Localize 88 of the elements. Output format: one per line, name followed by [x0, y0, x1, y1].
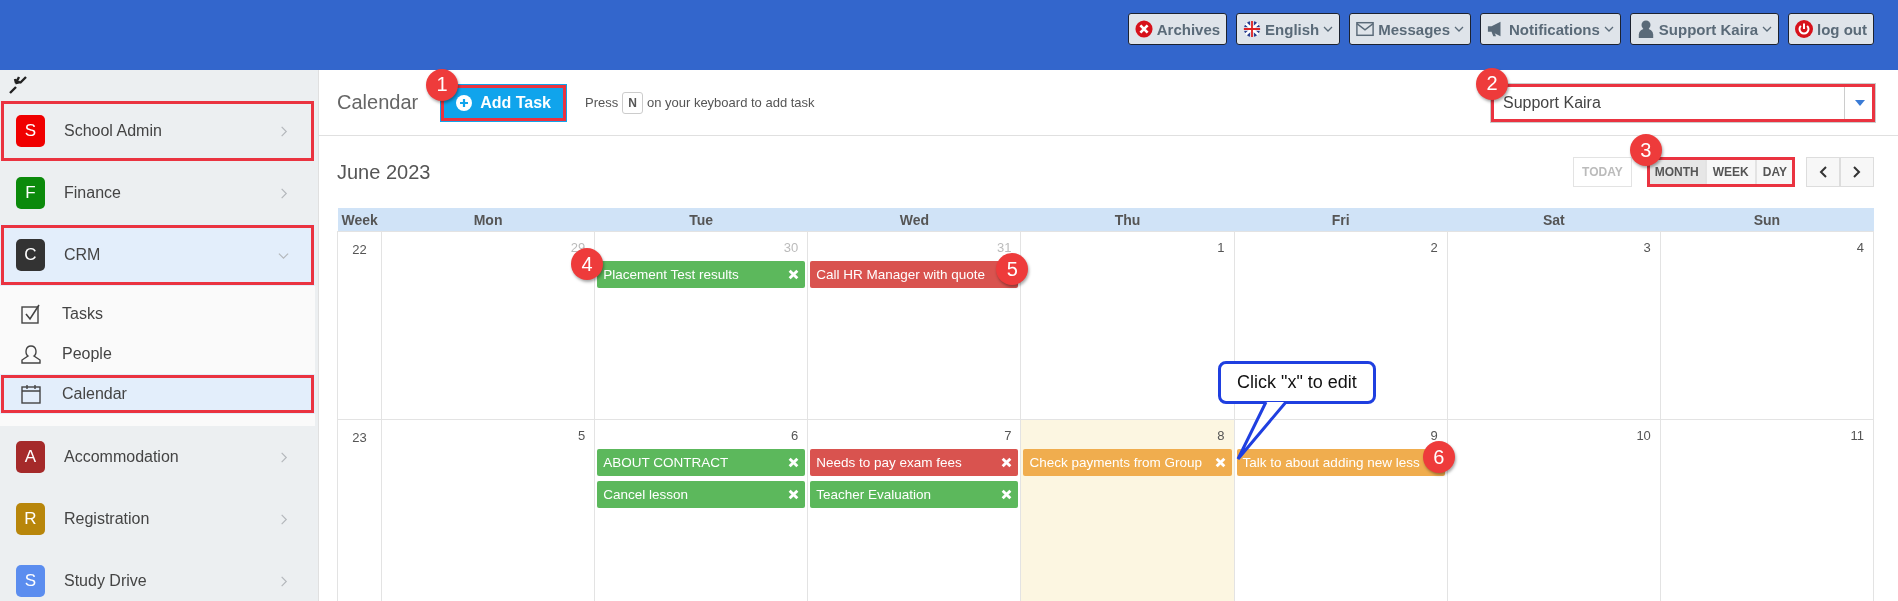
calendar-event[interactable]: Teacher Evaluation	[810, 481, 1019, 508]
keyboard-key: N	[622, 91, 643, 114]
calendar-event[interactable]: Placement Test results	[597, 261, 806, 288]
day-number: 1	[1217, 240, 1225, 255]
previous-button[interactable]	[1806, 157, 1840, 187]
submenu-item[interactable]: Calendar	[0, 374, 315, 414]
step-badge: 3	[1629, 134, 1662, 166]
close-icon[interactable]	[788, 457, 800, 468]
day-number: 10	[1636, 428, 1651, 443]
day-number: 4	[1856, 240, 1864, 255]
column-header: Tue	[594, 208, 808, 232]
sidebar-item[interactable]: S School Admin	[0, 100, 315, 162]
day-number: 9	[1430, 428, 1438, 443]
week-number: 22	[337, 231, 382, 420]
person-icon	[20, 343, 42, 365]
letter-avatar: F	[16, 177, 45, 209]
sidebar-item[interactable]: F Finance	[0, 162, 315, 224]
toolbar-button[interactable]: Messages	[1349, 13, 1471, 45]
letter-avatar: S	[16, 115, 45, 147]
chevron-icon	[278, 575, 289, 587]
view-button[interactable]: MONTH	[1647, 158, 1706, 186]
plus-circle-icon	[456, 94, 473, 111]
page-title: Calendar	[337, 91, 419, 114]
envelope-icon	[1356, 20, 1375, 38]
chevron-right-icon	[1853, 166, 1861, 178]
toolbar-button[interactable]: Archives	[1127, 13, 1228, 45]
calendar-event[interactable]: ABOUT CONTRACT	[597, 449, 806, 476]
calendar-icon	[20, 383, 42, 405]
chevron-icon	[278, 187, 289, 199]
chevron-left-icon	[1819, 166, 1827, 178]
chevron-icon	[278, 513, 289, 525]
submenu-item[interactable]: Tasks	[0, 294, 315, 334]
chevron-icon	[278, 451, 289, 463]
day-number: 5	[577, 428, 586, 443]
sidebar-item[interactable]: R Registration	[0, 488, 315, 550]
day-number: 11	[1850, 428, 1864, 443]
sidebar-item[interactable]: C CRM	[0, 224, 315, 286]
close-icon[interactable]	[1001, 457, 1013, 468]
column-header: Thu	[1020, 208, 1235, 232]
user-icon	[1636, 20, 1655, 38]
close-icon[interactable]	[1001, 489, 1013, 500]
step-badge: 6	[1422, 441, 1455, 473]
step-badge: 5	[996, 253, 1029, 285]
letter-avatar: C	[16, 239, 45, 271]
letter-avatar: S	[16, 565, 45, 597]
column-header: Week	[337, 208, 382, 232]
chevron-icon	[278, 125, 289, 137]
checkbox-icon	[20, 303, 42, 325]
close-icon[interactable]	[788, 489, 800, 500]
sidebar-item[interactable]: S Study Drive	[0, 550, 315, 601]
today-cell[interactable]: 8 Check payments from Group	[1021, 420, 1234, 601]
close-circle-icon	[1134, 20, 1153, 38]
step-badge: 1	[426, 68, 459, 101]
flag-icon	[1243, 20, 1262, 38]
calendar-event[interactable]: Needs to pay exam fees	[810, 449, 1019, 476]
next-button[interactable]	[1840, 157, 1874, 187]
close-icon[interactable]	[1214, 457, 1226, 468]
calendar-event[interactable]: Cancel lesson	[597, 481, 806, 508]
day-number: 3	[1643, 240, 1651, 255]
view-button[interactable]: WEEK	[1705, 158, 1756, 186]
column-header: Sun	[1660, 208, 1874, 232]
view-button[interactable]: DAY	[1755, 158, 1794, 186]
toolbar-button[interactable]: Notifications	[1480, 13, 1621, 45]
letter-avatar: A	[16, 441, 45, 473]
toolbar-button[interactable]: Support Kaira	[1629, 13, 1779, 45]
day-number: 2	[1430, 240, 1438, 255]
close-icon[interactable]	[788, 269, 800, 280]
day-number: 31	[996, 240, 1012, 255]
week-number: 23	[337, 419, 382, 601]
month-title: June 2023	[337, 160, 432, 184]
column-header: Sat	[1447, 208, 1661, 232]
toolbar-button[interactable]: English	[1236, 13, 1341, 45]
column-header: Wed	[807, 208, 1021, 232]
column-header: Fri	[1234, 208, 1448, 232]
collapse-icon[interactable]	[8, 75, 28, 95]
submenu-item[interactable]: People	[0, 334, 315, 374]
day-number: 7	[1004, 428, 1012, 443]
dropdown-icon	[1855, 99, 1865, 106]
sidebar-item[interactable]: A Accommodation	[0, 426, 315, 488]
day-number: 30	[783, 240, 799, 255]
day-number: 6	[791, 428, 799, 443]
column-header: Mon	[381, 208, 595, 232]
letter-avatar: R	[16, 503, 45, 535]
toolbar-button[interactable]: log out	[1788, 13, 1874, 45]
day-number: 8	[1217, 428, 1225, 443]
power-icon	[1795, 20, 1813, 38]
hint-text: Press	[585, 95, 619, 110]
hint-text: on your keyboard to add task	[646, 95, 815, 110]
